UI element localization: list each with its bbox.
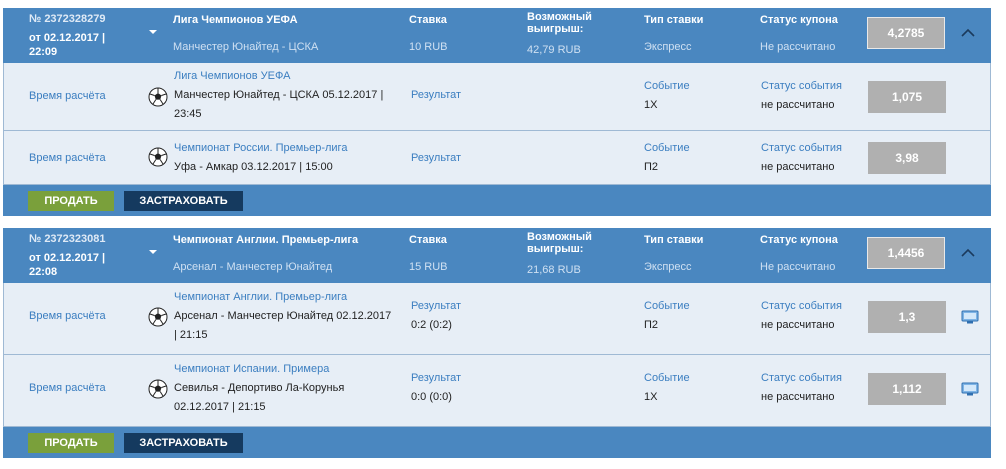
- coupon-header[interactable]: № 2372328279 от 02.12.2017 | 22:09 Лига …: [3, 8, 991, 63]
- coupon-footer: ПРОДАТЬ ЗАСТРАХОВАТЬ: [3, 427, 991, 458]
- event-status-value: не рассчитано: [761, 161, 835, 173]
- coupon-tournament: Лига Чемпионов УЕФА: [173, 14, 298, 26]
- chevron-up-icon[interactable]: [961, 28, 975, 38]
- event-odds: 1,112: [868, 373, 946, 405]
- outcome-label: Событие: [644, 372, 690, 384]
- soccer-ball-icon: [148, 147, 168, 167]
- coupon-number: № 2372328279: [29, 13, 106, 25]
- event-status-label: Статус события: [761, 80, 842, 92]
- soccer-ball-icon: [148, 379, 168, 399]
- bet-type-label: Тип ставки: [644, 234, 704, 246]
- event-tournament-link[interactable]: Лига Чемпионов УЕФА: [174, 67, 290, 86]
- event-row: Время расчёта Чемпионат Англии. Премьер-…: [3, 283, 991, 355]
- outcome-label: Событие: [644, 80, 690, 92]
- settle-time-label: Время расчёта: [29, 382, 106, 394]
- coupon-header[interactable]: № 2372323081 от 02.12.2017 | 22:08 Чемпи…: [3, 228, 991, 283]
- possible-win-label: Возможный выигрыш:: [527, 231, 592, 255]
- event-tournament-link[interactable]: Чемпионат Англии. Премьер-лига: [174, 288, 347, 307]
- result-value: 0:0 (0:0): [411, 391, 452, 403]
- stake-label: Ставка: [409, 14, 447, 26]
- coupon-total-odds: 4,2785: [867, 17, 945, 49]
- result-label: Результат: [411, 152, 462, 164]
- bet-type-value: Экспресс: [644, 41, 692, 53]
- event-status-value: не рассчитано: [761, 391, 835, 403]
- stake-value: 15 RUB: [409, 261, 448, 273]
- settle-time-label: Время расчёта: [29, 90, 106, 102]
- event-tournament-link[interactable]: Чемпионат Испании. Примера: [174, 360, 329, 379]
- insure-button[interactable]: ЗАСТРАХОВАТЬ: [124, 191, 243, 211]
- coupon-status-value: Не рассчитано: [760, 261, 836, 273]
- bet-type-value: Экспресс: [644, 261, 692, 273]
- live-tv-icon[interactable]: [961, 382, 979, 396]
- event-status-label: Статус события: [761, 142, 842, 154]
- event-odds: 1,3: [868, 301, 946, 333]
- stake-label: Ставка: [409, 234, 447, 246]
- coupon-match: Арсенал - Манчестер Юнайтед: [173, 261, 333, 273]
- event-match: Севилья - Депортиво Ла-Корунья: [174, 382, 345, 394]
- outcome-label: Событие: [644, 142, 690, 154]
- possible-win-value: 42,79 RUB: [527, 44, 581, 56]
- event-match: Манчестер Юнайтед - ЦСКА 05.12.2017 |: [174, 89, 384, 101]
- caret-down-icon[interactable]: [149, 250, 157, 254]
- coupon-date: от 02.12.2017 | 22:08: [29, 252, 106, 278]
- event-time: | 21:15: [174, 329, 208, 341]
- event-row: Время расчёта Чемпионат Испании. Примера…: [3, 355, 991, 427]
- event-status-label: Статус события: [761, 372, 842, 384]
- stake-value: 10 RUB: [409, 41, 448, 53]
- outcome-value: П2: [644, 161, 659, 173]
- chevron-up-icon[interactable]: [961, 248, 975, 258]
- event-match: Уфа - Амкар 03.12.2017 | 15:00: [174, 161, 333, 173]
- event-status-value: не рассчитано: [761, 99, 835, 111]
- event-tournament-link[interactable]: Чемпионат России. Премьер-лига: [174, 139, 347, 158]
- soccer-ball-icon: [148, 87, 168, 107]
- event-row: Время расчёта Чемпионат России. Премьер-…: [3, 131, 991, 185]
- coupon-number: № 2372323081: [29, 233, 106, 245]
- coupon-card: № 2372323081 от 02.12.2017 | 22:08 Чемпи…: [3, 228, 991, 458]
- caret-down-icon[interactable]: [149, 30, 157, 34]
- coupon-card: № 2372328279 от 02.12.2017 | 22:09 Лига …: [3, 8, 991, 217]
- sell-button[interactable]: ПРОДАТЬ: [28, 191, 114, 211]
- coupon-status-value: Не рассчитано: [760, 41, 836, 53]
- settle-time-label: Время расчёта: [29, 310, 106, 322]
- event-odds: 1,075: [868, 81, 946, 113]
- live-tv-icon[interactable]: [961, 310, 979, 324]
- coupon-status-label: Статус купона: [760, 14, 838, 26]
- coupon-total-odds: 1,4456: [867, 237, 945, 269]
- result-label: Результат: [411, 300, 462, 312]
- soccer-ball-icon: [148, 307, 168, 327]
- outcome-label: Событие: [644, 300, 690, 312]
- outcome-value: 1Х: [644, 99, 658, 111]
- event-time: 23:45: [174, 108, 202, 120]
- event-status-value: не рассчитано: [761, 319, 835, 331]
- coupon-tournament: Чемпионат Англии. Премьер-лига: [173, 234, 359, 246]
- event-match: Арсенал - Манчестер Юнайтед 02.12.2017: [174, 310, 392, 322]
- sell-button[interactable]: ПРОДАТЬ: [28, 433, 114, 453]
- coupon-date: от 02.12.2017 | 22:09: [29, 32, 106, 58]
- result-label: Результат: [411, 372, 462, 384]
- event-status-label: Статус события: [761, 300, 842, 312]
- possible-win-label: Возможный выигрыш:: [527, 11, 592, 35]
- possible-win-value: 21,68 RUB: [527, 264, 581, 276]
- event-row: Время расчёта Лига Чемпионов УЕФА Манчес…: [3, 63, 991, 131]
- result-value: 0:2 (0:2): [411, 319, 452, 331]
- outcome-value: 1Х: [644, 391, 658, 403]
- outcome-value: П2: [644, 319, 659, 331]
- bet-type-label: Тип ставки: [644, 14, 704, 26]
- event-time: 02.12.2017 | 21:15: [174, 401, 266, 413]
- result-label: Результат: [411, 89, 462, 101]
- insure-button[interactable]: ЗАСТРАХОВАТЬ: [124, 433, 243, 453]
- coupon-footer: ПРОДАТЬ ЗАСТРАХОВАТЬ: [3, 185, 991, 216]
- settle-time-label: Время расчёта: [29, 152, 106, 164]
- coupon-match: Манчестер Юнайтед - ЦСКА: [173, 41, 319, 53]
- event-odds: 3,98: [868, 142, 946, 174]
- coupon-status-label: Статус купона: [760, 234, 838, 246]
